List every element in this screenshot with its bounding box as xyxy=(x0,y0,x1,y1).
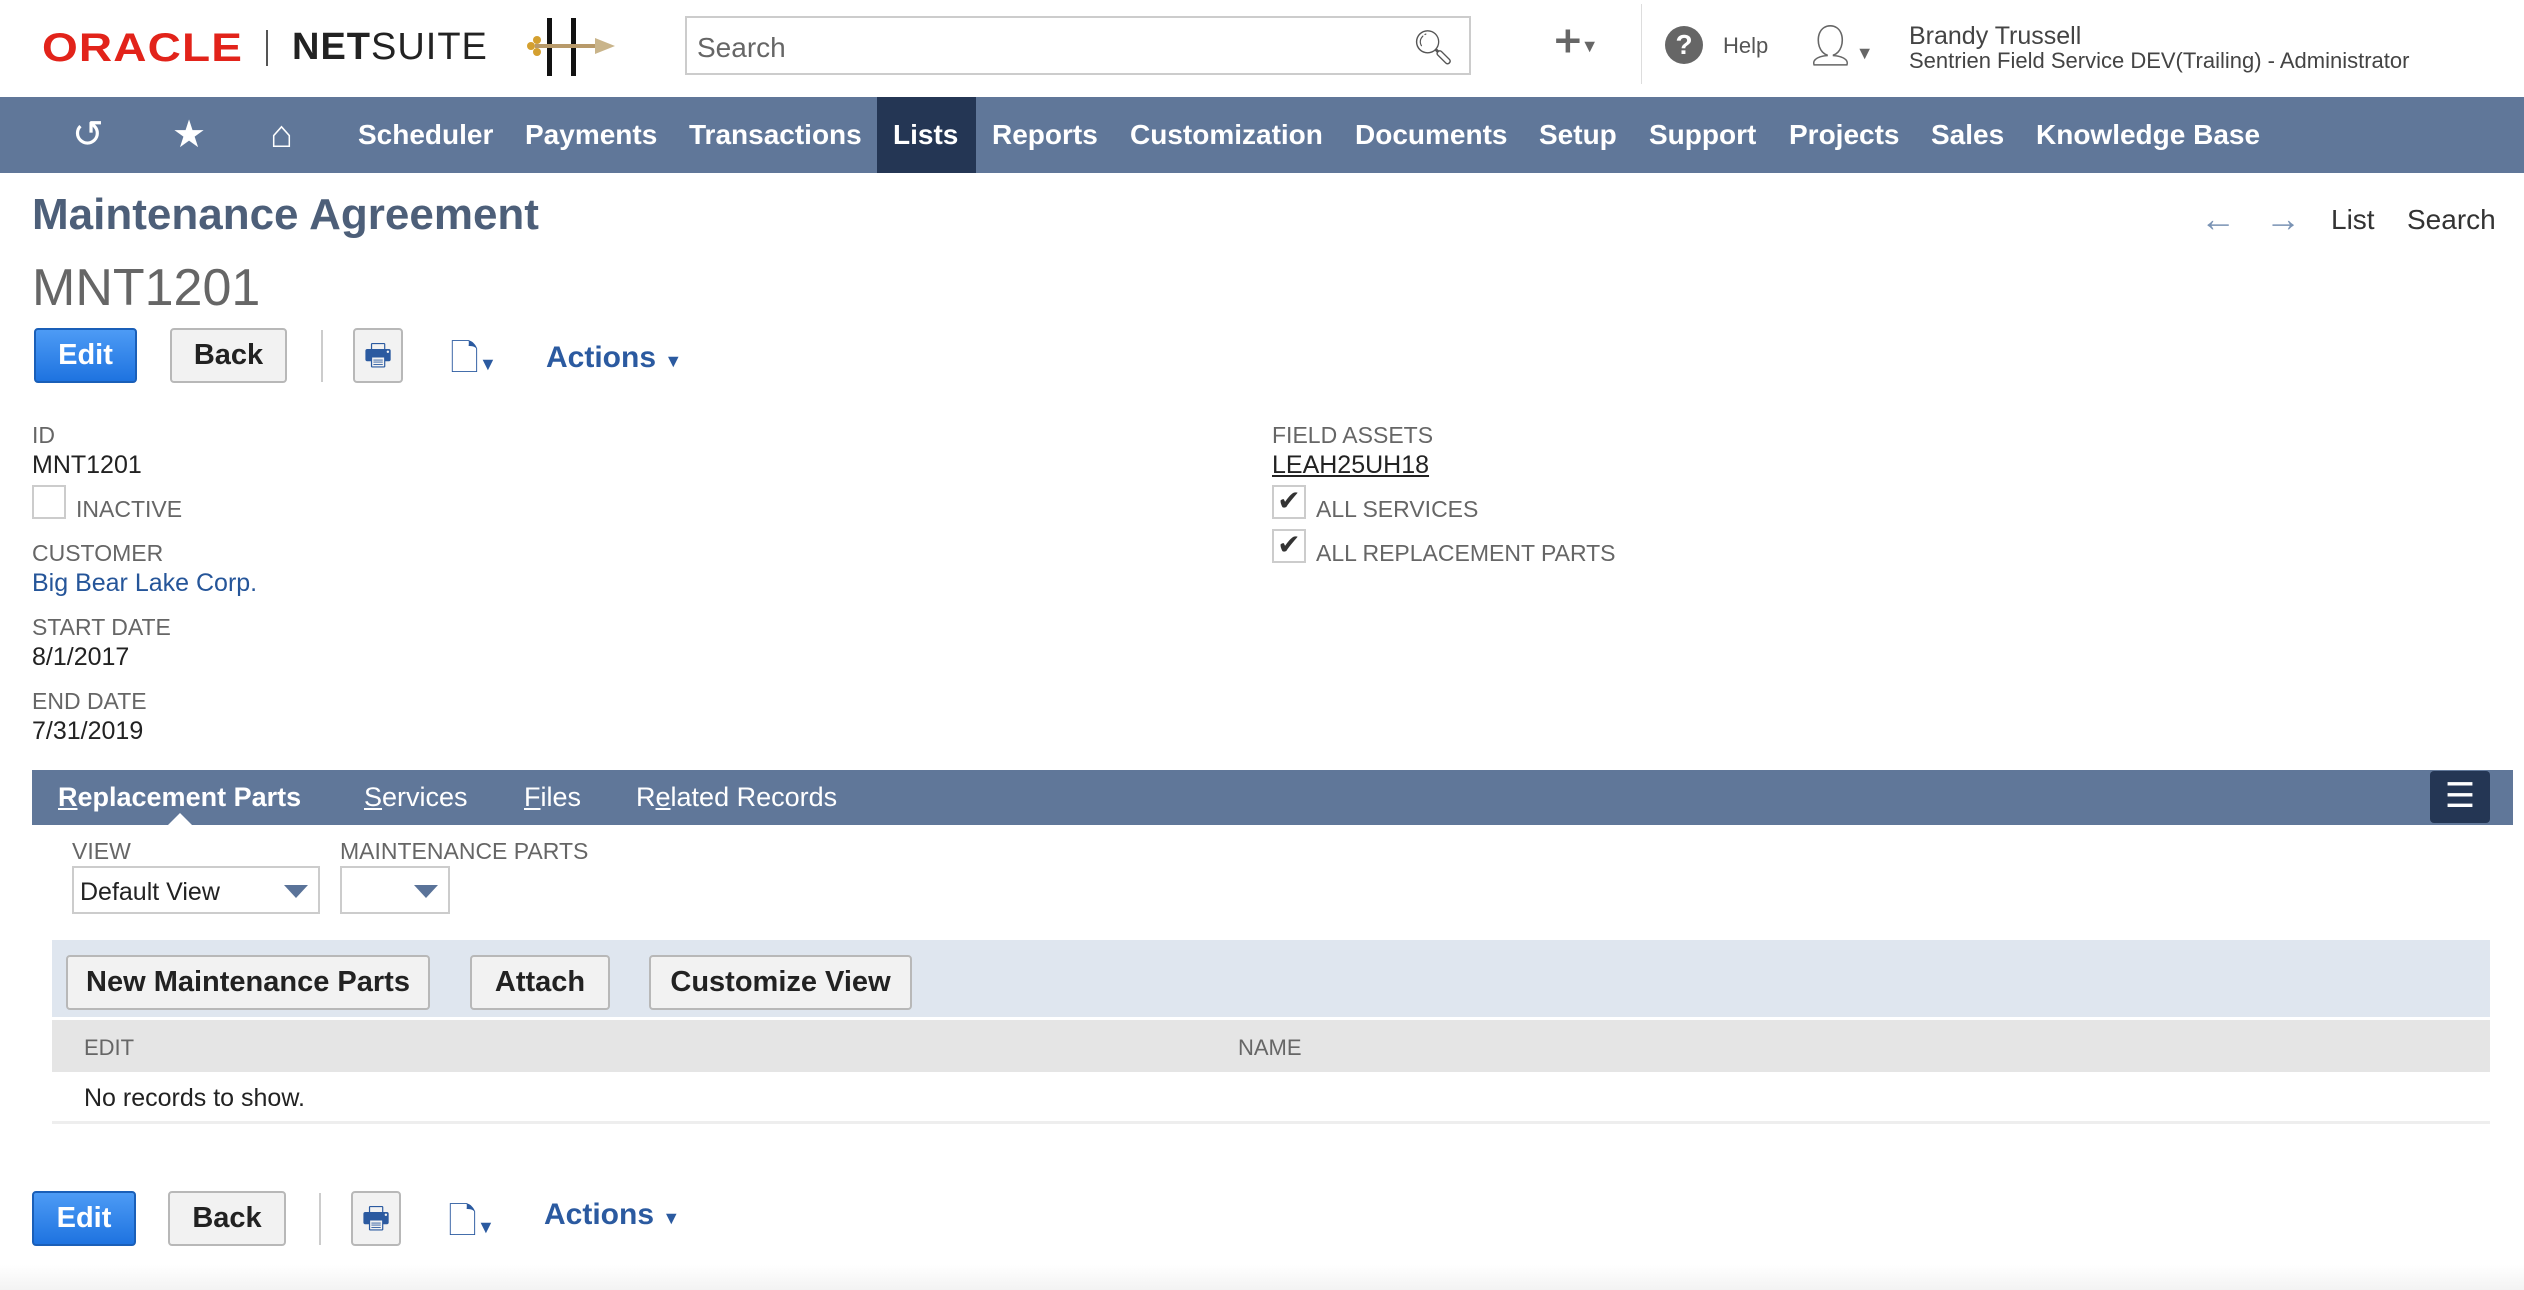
inactive-label: INACTIVE xyxy=(76,496,183,522)
search-icon[interactable]: 🔍︎ xyxy=(1412,28,1455,68)
end-date-label: END DATE xyxy=(32,688,147,714)
attach-button[interactable]: Attach xyxy=(470,955,610,1010)
tab-services[interactable]: Services xyxy=(364,770,468,825)
previous-record-icon[interactable]: ← xyxy=(2200,198,2236,240)
oracle-logo[interactable]: ORACLE xyxy=(42,26,243,71)
next-record-icon[interactable]: → xyxy=(2265,198,2301,240)
print-icon[interactable]: 🖶︎ xyxy=(353,328,403,383)
empty-message: No records to show. xyxy=(84,1084,305,1112)
help-icon[interactable]: ? xyxy=(1665,26,1703,64)
nav-reports[interactable]: Reports xyxy=(976,97,1114,173)
end-date-value: 7/31/2019 xyxy=(32,717,144,745)
layout-toggle-icon[interactable]: ☰ xyxy=(2430,771,2490,823)
maintenance-parts-label: MAINTENANCE PARTS xyxy=(340,838,589,864)
caret-down-icon: ▼ xyxy=(664,351,683,371)
new-document-icon[interactable]: 🗋︎▼ xyxy=(450,332,497,393)
nav-lists[interactable]: Lists xyxy=(877,97,976,173)
print-icon[interactable]: 🖶︎ xyxy=(351,1191,401,1246)
edit-button[interactable]: Edit xyxy=(34,328,137,383)
dropdown-arrow-icon xyxy=(284,885,308,898)
recent-records-icon[interactable]: ↺ xyxy=(72,97,104,173)
nav-support[interactable]: Support xyxy=(1633,97,1772,173)
header-divider xyxy=(1641,4,1642,84)
customer-link[interactable]: Big Bear Lake Corp. xyxy=(32,569,257,598)
nav-customization[interactable]: Customization xyxy=(1114,97,1339,173)
favorites-star-icon[interactable]: ★ xyxy=(172,97,206,173)
toolbar-divider xyxy=(319,1193,321,1245)
nav-transactions[interactable]: Transactions xyxy=(673,97,878,173)
record-number: MNT1201 xyxy=(32,259,261,317)
global-search-input[interactable]: Search 🔍︎ xyxy=(685,16,1471,75)
inactive-checkbox[interactable] xyxy=(32,485,66,519)
customer-label: CUSTOMER xyxy=(32,540,164,566)
all-replacement-parts-label: ALL REPLACEMENT PARTS xyxy=(1316,540,1616,566)
column-edit[interactable]: EDIT xyxy=(84,1035,134,1061)
list-link[interactable]: List xyxy=(2331,204,2375,236)
dropdown-arrow-icon xyxy=(414,885,438,898)
view-select[interactable]: Default View xyxy=(72,866,320,914)
user-role[interactable]: Sentrien Field Service DEV(Trailing) - A… xyxy=(1909,48,2409,74)
start-date-label: START DATE xyxy=(32,614,171,640)
page-footer-fade xyxy=(0,1265,2524,1290)
new-document-icon[interactable]: 🗋︎▼ xyxy=(448,1195,495,1256)
active-tab-indicator xyxy=(168,813,192,825)
netsuite-logo[interactable]: NETSUITE xyxy=(292,26,488,69)
nav-documents[interactable]: Documents xyxy=(1339,97,1523,173)
maintenance-parts-select[interactable] xyxy=(340,866,450,914)
table-empty-row: No records to show. xyxy=(52,1072,2490,1124)
edit-button-bottom[interactable]: Edit xyxy=(32,1191,136,1246)
home-icon[interactable]: ⌂ xyxy=(270,97,293,173)
nav-sales[interactable]: Sales xyxy=(1915,97,2020,173)
page-title: Maintenance Agreement xyxy=(32,190,539,239)
back-button[interactable]: Back xyxy=(170,328,287,383)
caret-down-icon: ▼ xyxy=(662,1208,681,1228)
actions-label: Actions xyxy=(546,341,657,374)
column-name[interactable]: NAME xyxy=(1238,1035,1302,1061)
view-select-value: Default View xyxy=(80,878,220,906)
view-label: VIEW xyxy=(72,838,131,864)
field-assets-link[interactable]: LEAH25UH18 xyxy=(1272,451,1429,480)
nav-scheduler[interactable]: Scheduler xyxy=(342,97,509,173)
table-header: EDIT NAME xyxy=(52,1020,2490,1072)
actions-label: Actions xyxy=(544,1198,655,1231)
actions-menu-bottom[interactable]: Actions ▼ xyxy=(544,1198,680,1232)
actions-menu[interactable]: Actions ▼ xyxy=(546,341,682,375)
subtab-bar: Replacement Parts Services Files Related… xyxy=(32,770,2513,825)
netsuite-light: SUITE xyxy=(371,26,488,68)
main-nav: ↺ ★ ⌂ Scheduler Payments Transactions Li… xyxy=(0,97,2524,173)
all-services-label: ALL SERVICES xyxy=(1316,496,1479,522)
all-replacement-parts-checkbox[interactable]: ✔ xyxy=(1272,529,1306,563)
start-date-value: 8/1/2017 xyxy=(32,643,130,671)
tab-files[interactable]: Files xyxy=(524,770,581,825)
all-services-checkbox[interactable]: ✔ xyxy=(1272,485,1306,519)
nav-setup[interactable]: Setup xyxy=(1523,97,1633,173)
new-maintenance-parts-button[interactable]: New Maintenance Parts xyxy=(66,955,430,1010)
user-name[interactable]: Brandy Trussell xyxy=(1909,22,2081,51)
back-button-bottom[interactable]: Back xyxy=(168,1191,286,1246)
nav-projects[interactable]: Projects xyxy=(1773,97,1916,173)
logo-divider xyxy=(266,30,268,66)
customize-view-button[interactable]: Customize View xyxy=(649,955,912,1010)
field-assets-label: FIELD ASSETS xyxy=(1272,422,1434,448)
search-placeholder: Search xyxy=(697,32,786,63)
nav-payments[interactable]: Payments xyxy=(509,97,673,173)
help-link[interactable]: Help xyxy=(1723,33,1768,59)
nav-knowledge-base[interactable]: Knowledge Base xyxy=(2020,97,2276,173)
id-label: ID xyxy=(32,422,55,448)
search-link[interactable]: Search xyxy=(2407,204,2496,236)
create-new-icon[interactable]: ➕︎▼ xyxy=(1555,22,1599,61)
id-value: MNT1201 xyxy=(32,451,142,479)
tab-related-records[interactable]: Related Records xyxy=(636,770,837,825)
user-avatar-icon[interactable]: 👤︎▼ xyxy=(1805,22,1874,69)
company-logo-icon xyxy=(527,18,615,76)
netsuite-bold: NET xyxy=(292,26,371,68)
toolbar-divider xyxy=(321,330,323,382)
